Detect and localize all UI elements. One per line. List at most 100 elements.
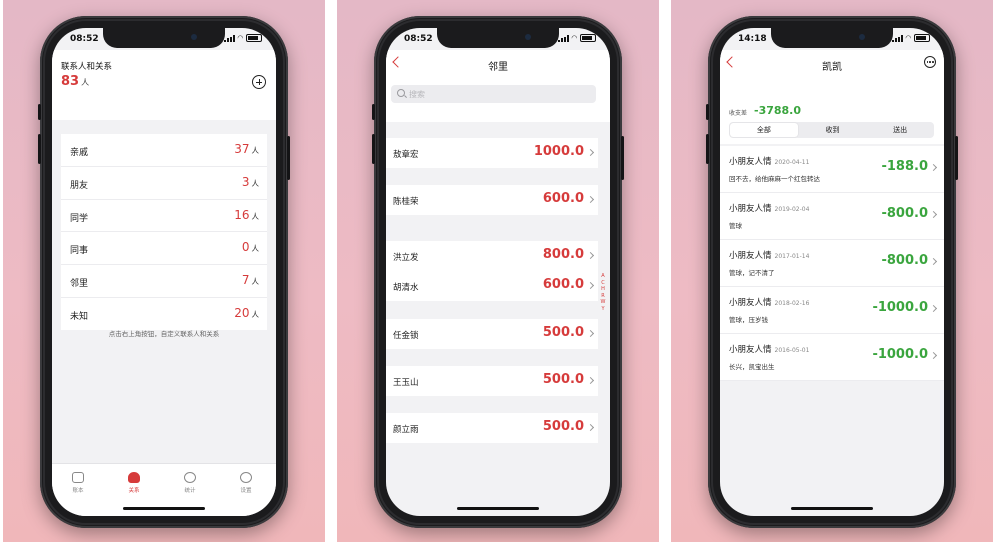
contact-row[interactable]: 敖章宏 1000.0 [386, 138, 598, 168]
contact-amount: 500.0 [542, 372, 584, 387]
search-input[interactable]: 搜索 [391, 85, 596, 103]
contact-amount: 600.0 [542, 277, 584, 292]
contact-name: 王玉山 [393, 378, 419, 388]
relation-unit: 人 [251, 309, 260, 319]
relation-label: 朋友 [70, 180, 89, 191]
screen-records: 14:18 ◠ 凯凯 收支差 -3788.0 全部 收到 送出 小朋友人情 20… [720, 28, 944, 516]
contact-amount: 500.0 [542, 325, 584, 340]
relation-label: 同学 [70, 213, 89, 224]
contact-row[interactable]: 任金锁 500.0 [386, 319, 598, 349]
page-title: 凯凯 [822, 62, 842, 73]
contact-amount: 500.0 [542, 419, 584, 434]
record-title: 小朋友人情 [729, 298, 772, 308]
contact-name: 洪立发 [393, 253, 419, 263]
screen-contacts: 08:52 ◠ 联系人和关系 83 人 亲戚 37 人 朋友 3 人 同学 16… [52, 28, 276, 516]
notch [437, 28, 559, 48]
tab-ledger[interactable]: 账本 [58, 472, 98, 494]
relation-label: 同事 [70, 246, 89, 257]
home-indicator[interactable] [457, 507, 539, 510]
relation-row[interactable]: 邻里 7人 [61, 265, 267, 298]
relation-row[interactable]: 亲戚 37 人 [61, 134, 267, 167]
segment-all[interactable]: 全部 [730, 123, 798, 137]
relation-row[interactable]: 同学 16 人 [61, 200, 267, 233]
contact-row[interactable]: 陈桂荣 600.0 [386, 185, 598, 215]
record-note: 长兴，凯宝出生 [729, 363, 775, 371]
relation-count: 20 [234, 305, 250, 320]
chevron-right-icon [929, 304, 938, 313]
relation-unit: 人 [251, 211, 260, 221]
record-note: 管球，记不清了 [729, 269, 775, 277]
battery-icon [246, 34, 262, 42]
record-amount: -1000.0 [872, 300, 928, 315]
chevron-right-icon [929, 210, 938, 219]
chevron-right-icon [586, 329, 595, 338]
tab-stats[interactable]: 统计 [170, 472, 210, 494]
segment-received[interactable]: 收到 [799, 122, 867, 138]
relation-label: 亲戚 [70, 148, 89, 158]
record-row[interactable]: 小朋友人情 2018-02-16 管球，压岁钱 -1000.0 [720, 287, 944, 334]
add-relation-icon[interactable] [252, 75, 266, 89]
notch [771, 28, 893, 48]
search-area: 搜索 [386, 78, 610, 122]
page-title: 邻里 [488, 62, 508, 73]
relation-row[interactable]: 未知 20 人 [61, 298, 267, 330]
nav-bar: 邻里 [386, 50, 610, 78]
contact-row[interactable]: 王玉山 500.0 [386, 366, 598, 396]
contact-name: 颜立雨 [393, 425, 419, 435]
tab-settings[interactable]: 设置 [226, 472, 266, 494]
relation-label: 邻里 [70, 279, 89, 290]
more-icon[interactable] [924, 56, 936, 68]
hint-text: 点击右上角按钮，自定义联系人和关系 [108, 330, 220, 338]
relation-unit: 人 [251, 146, 260, 155]
relation-unit: 人 [251, 277, 260, 287]
wallet-icon [72, 472, 84, 483]
segment-sent[interactable]: 送出 [866, 122, 934, 138]
panel-neighbors: 08:52 ◠ 邻里 搜索 敖章宏 1000.0 陈桂荣 600.0 洪立发 8… [337, 0, 659, 542]
relation-count: 0 [241, 240, 250, 255]
contact-name: 陈桂荣 [393, 197, 419, 207]
contact-count-unit: 人 [81, 78, 90, 87]
chevron-right-icon [586, 423, 595, 432]
contact-row[interactable]: 颜立雨 500.0 [386, 413, 598, 443]
contact-amount: 600.0 [542, 191, 584, 206]
phone-frame: 14:18 ◠ 凯凯 收支差 -3788.0 全部 收到 送出 小朋友人情 20… [706, 16, 958, 528]
signal-icon [557, 34, 569, 42]
panel-records: 14:18 ◠ 凯凯 收支差 -3788.0 全部 收到 送出 小朋友人情 20… [671, 0, 993, 542]
relation-count: 16 [234, 207, 250, 222]
relation-count: 7 [241, 273, 250, 288]
panel-contacts: 08:52 ◠ 联系人和关系 83 人 亲戚 37 人 朋友 3 人 同学 16… [3, 0, 325, 542]
record-amount: -188.0 [881, 159, 928, 174]
tab-label: 关系 [128, 488, 140, 494]
relation-count: 37 [234, 142, 250, 156]
phone-frame: 08:52 ◠ 邻里 搜索 敖章宏 1000.0 陈桂荣 600.0 洪立发 8… [372, 16, 624, 528]
record-row[interactable]: 小朋友人情 2020-04-11 回不去，给他麻麻一个红包转达 -188.0 [720, 146, 944, 193]
relation-row[interactable]: 朋友 3人 [61, 167, 267, 200]
chevron-right-icon [586, 281, 595, 290]
tab-label: 账本 [72, 488, 84, 494]
record-date: 2020-04-11 [774, 159, 810, 166]
status-time: 08:52 [404, 34, 433, 44]
home-indicator[interactable] [123, 507, 205, 510]
tab-relations[interactable]: 关系 [114, 472, 154, 494]
contact-row[interactable]: 洪立发 800.0 [386, 241, 598, 272]
notch [103, 28, 225, 48]
home-indicator[interactable] [791, 507, 873, 510]
record-row[interactable]: 小朋友人情 2019-02-04 管球 -800.0 [720, 193, 944, 240]
contact-row[interactable]: 胡清水 600.0 [386, 271, 598, 301]
record-title: 小朋友人情 [729, 251, 772, 261]
tab-label: 设置 [240, 488, 252, 494]
record-row[interactable]: 小朋友人情 2017-01-14 管球，记不清了 -800.0 [720, 240, 944, 287]
record-note: 管球 [729, 222, 742, 230]
record-title: 小朋友人情 [729, 345, 772, 355]
relation-row[interactable]: 同事 0人 [61, 232, 267, 266]
relation-unit: 人 [251, 244, 260, 254]
record-row[interactable]: 小朋友人情 2016-05-01 长兴，凯宝出生 -1000.0 [720, 334, 944, 381]
relation-label: 未知 [70, 311, 89, 322]
chevron-right-icon [586, 148, 595, 157]
index-letter[interactable]: Y [599, 306, 607, 313]
status-time: 14:18 [738, 34, 767, 44]
battery-icon [914, 34, 930, 42]
record-title: 小朋友人情 [729, 204, 772, 214]
chevron-right-icon [929, 351, 938, 360]
alphabet-index[interactable]: A C H R W Y [599, 273, 607, 312]
